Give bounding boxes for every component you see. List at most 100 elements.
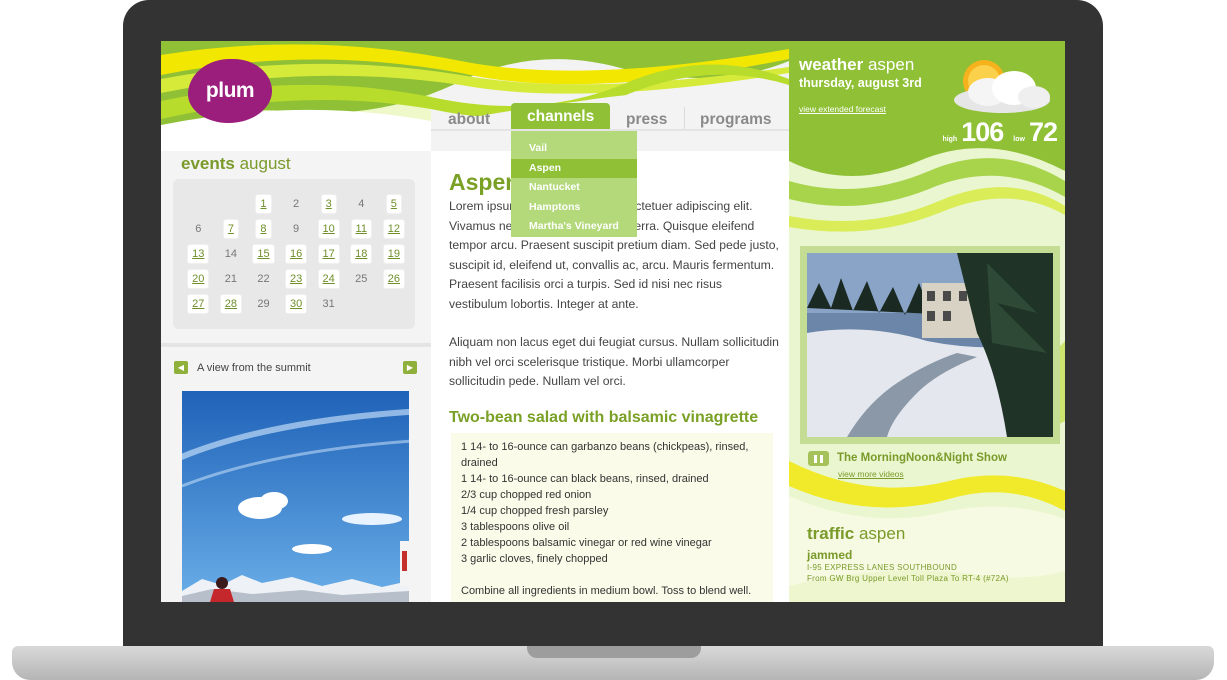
calendar-day-number: 4 (358, 198, 365, 211)
calendar-grid: 1 2 3 4 5 6 7 8 9 10 11 12 13 14 15 16 17 18 19 20 21 22 23 24 2… (182, 192, 410, 316)
nav-programs[interactable]: programs (700, 105, 772, 131)
calendar-day[interactable]: 12 (378, 217, 411, 242)
calendar-event-link[interactable]: 24 (318, 269, 339, 288)
calendar-day-number: 6 (195, 223, 202, 236)
dropdown-item-vail[interactable]: Vail (511, 139, 637, 159)
low-label: low (1013, 136, 1025, 143)
calendar-day[interactable]: 18 (345, 242, 378, 267)
calendar-day[interactable]: 30 (280, 291, 313, 316)
calendar-event-link[interactable]: 10 (318, 220, 339, 239)
pause-bar (820, 455, 823, 463)
calendar-day-number: 21 (224, 272, 238, 285)
summit-photo[interactable] (182, 391, 409, 602)
recipe-line: 2 tablespoons balsamic vinegar or red wi… (461, 537, 712, 549)
recipe-line: 1 14- to 16-ounce can black beans, rinse… (461, 473, 709, 485)
calendar-day[interactable]: 5 (378, 192, 411, 217)
calendar-event-link[interactable]: 3 (321, 195, 336, 214)
calendar-day[interactable]: 17 (312, 242, 345, 267)
calendar-day: 29 (247, 291, 280, 316)
calendar-event-link[interactable]: 18 (351, 244, 372, 263)
calendar-event-link[interactable]: 26 (383, 269, 404, 288)
dropdown-item-hamptons[interactable]: Hamptons (511, 198, 637, 218)
calendar-event-link[interactable]: 7 (223, 220, 238, 239)
calendar-day: 4 (345, 192, 378, 217)
calendar-day[interactable]: 3 (312, 192, 345, 217)
pause-button[interactable] (808, 451, 829, 466)
weather-heading: weather aspen (799, 55, 915, 74)
calendar-day[interactable]: 28 (215, 291, 248, 316)
main-nav: about channels press programs (431, 103, 789, 131)
calendar-day[interactable]: 19 (378, 242, 411, 267)
video-show-title[interactable]: The MorningNoon&Night Show (837, 452, 1007, 464)
calendar-day[interactable]: 10 (312, 217, 345, 242)
gallery-prev-button[interactable]: ◀ (174, 361, 188, 374)
calendar-day[interactable]: 26 (378, 266, 411, 291)
more-videos-link[interactable]: view more videos (838, 469, 904, 479)
calendar-day[interactable]: 1 (247, 192, 280, 217)
calendar-day[interactable]: 15 (247, 242, 280, 267)
calendar-day-number: 14 (224, 247, 238, 260)
calendar-event-link[interactable]: 20 (188, 269, 209, 288)
extended-forecast-link[interactable]: view extended forecast (799, 104, 886, 114)
low-temp: 72 (1028, 117, 1058, 147)
calendar-day[interactable]: 8 (247, 217, 280, 242)
calendar-day[interactable]: 7 (215, 217, 248, 242)
video-frame-image[interactable] (807, 253, 1053, 437)
dropdown-item-nantucket[interactable]: Nantucket (511, 178, 637, 198)
calendar-event-link[interactable]: 8 (256, 220, 271, 239)
plum-logo[interactable]: plum (188, 59, 272, 123)
recipe-line: 1 14- to 16-ounce can garbanzo beans (ch… (461, 441, 749, 469)
calendar-day[interactable]: 20 (182, 266, 215, 291)
browser-screen: events august 1 2 3 4 5 6 7 8 9 10 11 12 13 14 15 16 17 1… (161, 41, 1065, 602)
calendar-event-link[interactable]: 1 (256, 195, 271, 214)
gallery-next-button[interactable]: ▶ (403, 361, 417, 374)
calendar-day-number: 31 (322, 297, 335, 310)
partly-cloudy-icon (954, 60, 1050, 113)
calendar-day[interactable]: 11 (345, 217, 378, 242)
calendar-event-link[interactable]: 27 (188, 294, 209, 313)
pause-bar (814, 455, 817, 463)
calendar-day: 2 (280, 192, 313, 217)
calendar-day[interactable]: 27 (182, 291, 215, 316)
calendar-day[interactable]: 23 (280, 266, 313, 291)
nav-separator (684, 107, 685, 129)
calendar-event-link[interactable]: 12 (383, 220, 404, 239)
recipe-line: 2/3 cup chopped red onion (461, 489, 592, 501)
calendar-event-link[interactable]: 28 (220, 294, 242, 313)
recipe-instructions: Combine all ingredients in medium bowl. … (461, 585, 752, 597)
calendar-day-number: 2 (293, 198, 300, 211)
nav-about[interactable]: about (448, 105, 490, 131)
dropdown-item-marthas-vineyard[interactable]: Martha's Vineyard (511, 217, 637, 237)
calendar-event-link[interactable]: 23 (285, 269, 307, 288)
calendar-day: 9 (280, 217, 313, 242)
nav-press[interactable]: press (626, 105, 667, 131)
calendar-day: 14 (215, 242, 248, 267)
calendar-event-link[interactable]: 30 (285, 294, 307, 313)
nav-channels[interactable]: channels (511, 103, 611, 131)
divider (161, 343, 431, 347)
video-player[interactable] (800, 246, 1060, 444)
calendar-event-link[interactable]: 5 (386, 195, 401, 214)
calendar-event-link[interactable]: 15 (253, 244, 274, 263)
dropdown-item-aspen[interactable]: Aspen (511, 158, 637, 178)
calendar-day: 31 (312, 291, 345, 316)
calendar-day[interactable]: 13 (182, 242, 215, 267)
events-calendar: 1 2 3 4 5 6 7 8 9 10 11 12 13 14 15 16 17 18 19 20 21 22 23 24 2… (173, 179, 415, 329)
channels-dropdown: Vail Aspen Nantucket Hamptons Martha's V… (511, 131, 637, 237)
traffic-detail: From GW Brg Upper Level Toll Plaza To RT… (807, 574, 1009, 583)
calendar-event-link[interactable]: 13 (188, 244, 209, 263)
events-heading: events august (181, 154, 291, 173)
gallery-caption: A view from the summit (197, 362, 311, 374)
calendar-day[interactable]: 16 (280, 242, 313, 267)
calendar-day: 21 (215, 266, 248, 291)
recipe-text: 1 14- to 16-ounce can garbanzo beans (ch… (461, 439, 766, 599)
calendar-event-link[interactable]: 11 (351, 220, 371, 239)
recipe-line: 3 garlic cloves, finely chopped (461, 553, 608, 565)
recipe-line: 3 tablespoons olive oil (461, 521, 570, 533)
calendar-event-link[interactable]: 19 (383, 244, 404, 263)
recipe-box: 1 14- to 16-ounce can garbanzo beans (ch… (451, 433, 773, 602)
gallery-bar: ◀ A view from the summit ▶ (171, 359, 421, 377)
calendar-day[interactable]: 24 (312, 266, 345, 291)
calendar-event-link[interactable]: 17 (318, 244, 339, 263)
calendar-event-link[interactable]: 16 (285, 244, 307, 263)
